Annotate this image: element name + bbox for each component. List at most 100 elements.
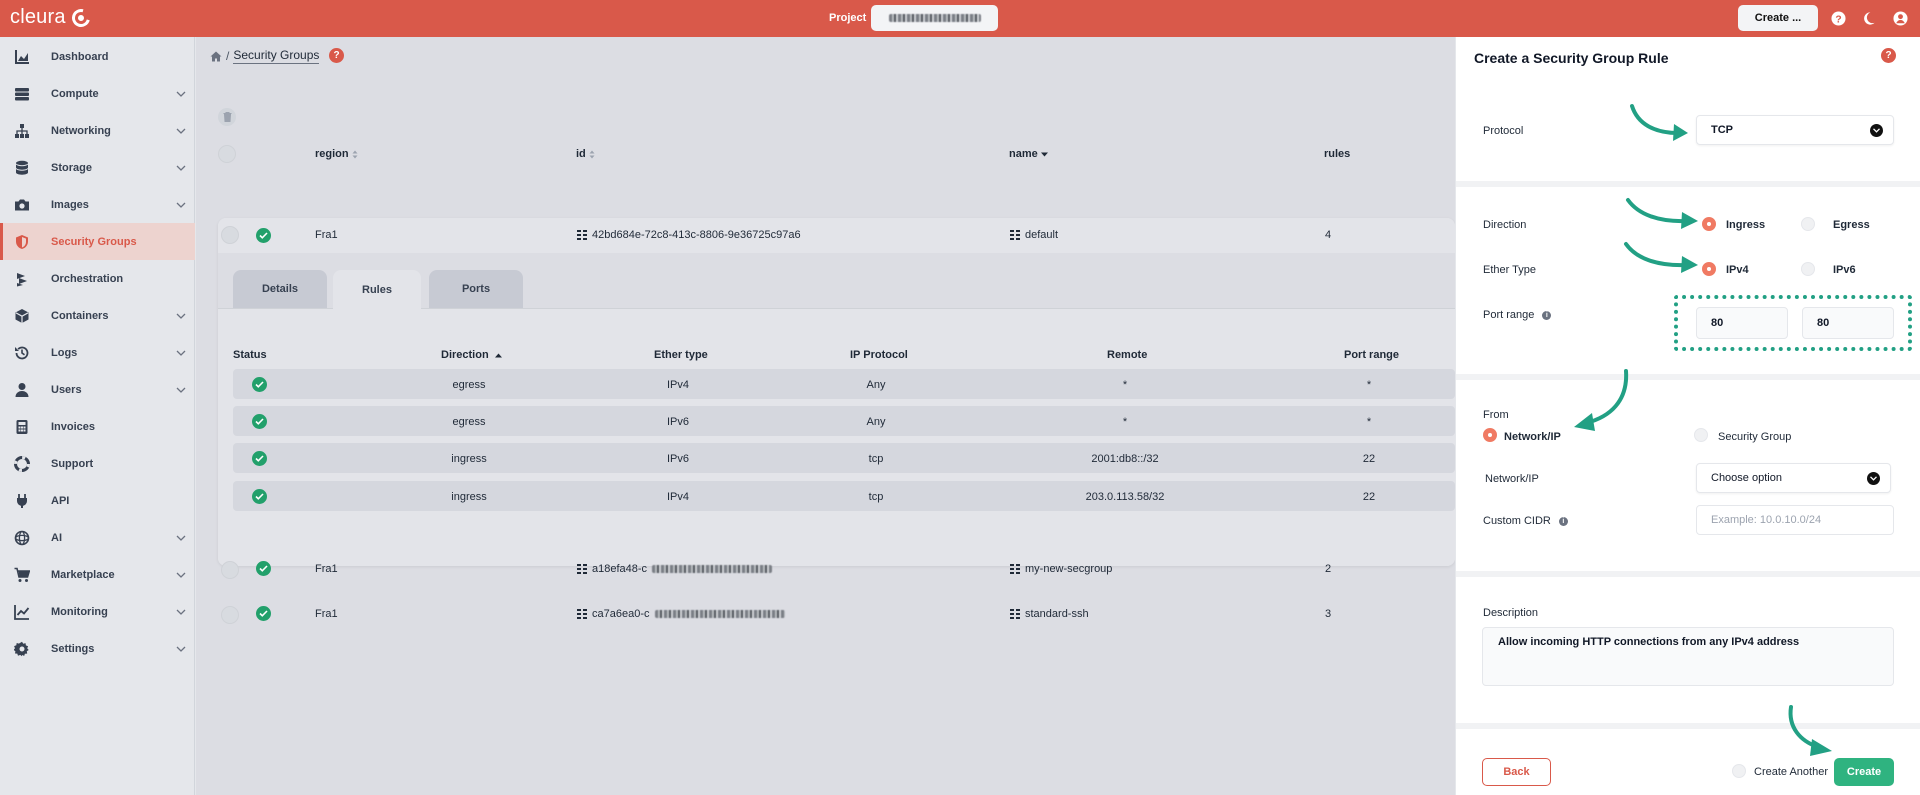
delete-selected-button[interactable] <box>218 108 236 126</box>
create-menu-button[interactable]: Create ... <box>1738 5 1818 31</box>
row-checkbox[interactable] <box>221 226 239 244</box>
group-region: Fra1 <box>315 608 338 620</box>
ether-ipv6-radio[interactable] <box>1801 262 1815 276</box>
sidebar-item-logs[interactable]: Logs <box>0 334 195 371</box>
rule-ether-type: IPv6 <box>666 416 690 428</box>
group-id[interactable]: a18efa48-c <box>577 563 773 575</box>
from-network-label[interactable]: Network/IP <box>1504 431 1561 443</box>
grid-icon <box>1010 230 1020 240</box>
network-ip-value: Choose option <box>1711 472 1782 484</box>
tab-details[interactable]: Details <box>233 270 327 308</box>
chevron-down-icon <box>176 535 186 541</box>
column-header-rules: rules <box>1324 148 1350 160</box>
info-icon[interactable]: i <box>1542 310 1552 320</box>
column-label: rules <box>1324 148 1351 160</box>
column-header-region[interactable]: region <box>315 148 358 160</box>
sidebar-item-settings[interactable]: Settings <box>0 630 195 667</box>
group-name[interactable]: standard-ssh <box>1010 608 1089 620</box>
sidebar-item-invoices[interactable]: Invoices <box>0 408 195 445</box>
back-button[interactable]: Back <box>1482 758 1551 786</box>
annotation-highlight-box <box>1674 295 1912 351</box>
sidebar-item-label: Support <box>51 457 94 470</box>
sidebar-item-compute[interactable]: Compute <box>0 75 195 112</box>
user-account-icon[interactable] <box>1893 11 1908 26</box>
rule-port-range: * <box>1366 379 1372 391</box>
breadcrumb-separator: / <box>226 49 230 63</box>
network-ip-select[interactable]: Choose option <box>1696 463 1891 493</box>
rule-direction: egress <box>452 416 486 428</box>
sidebar-item-marketplace[interactable]: Marketplace <box>0 556 195 593</box>
row-checkbox[interactable] <box>221 561 239 579</box>
panel-help-icon[interactable]: ? <box>1881 48 1896 63</box>
sidebar-item-orchestration[interactable]: Orchestration <box>0 260 195 297</box>
protocol-select[interactable]: TCP <box>1696 115 1894 145</box>
help-icon[interactable]: ? <box>1831 11 1846 26</box>
info-icon[interactable]: i <box>1558 516 1568 526</box>
description-label: Description <box>1483 607 1539 619</box>
group-id[interactable]: ca7a6ea0-c <box>577 608 785 620</box>
custom-cidr-label: Custom CIDR i <box>1483 515 1568 527</box>
help-icon[interactable]: ? <box>329 48 344 63</box>
sidebar-item-ai[interactable]: AI <box>0 519 195 556</box>
table-row[interactable] <box>218 218 1455 253</box>
main-content: / Security Groups ? region id name rules… <box>196 37 1455 795</box>
sidebar-item-networking[interactable]: Networking <box>0 112 195 149</box>
project-selector[interactable] <box>871 5 998 31</box>
home-icon[interactable] <box>210 51 222 62</box>
group-region: Fra1 <box>315 563 338 575</box>
row-checkbox[interactable] <box>221 606 239 624</box>
from-security-group-label[interactable]: Security Group <box>1718 431 1791 443</box>
sidebar-item-containers[interactable]: Containers <box>0 297 195 334</box>
direction-ingress-radio[interactable] <box>1702 217 1716 231</box>
rule-status-ok-icon <box>252 377 267 392</box>
rules-header-ip-protocol: IP Protocol <box>850 349 908 361</box>
logo-text: cleura <box>10 6 66 28</box>
from-network-radio[interactable] <box>1483 428 1497 442</box>
rules-header-port-range: Port range <box>1344 349 1400 361</box>
description-textarea[interactable]: Allow incoming HTTP connections from any… <box>1482 627 1894 686</box>
sidebar-item-security-groups[interactable]: Security Groups <box>0 223 195 260</box>
sidebar-item-label: Security Groups <box>51 235 137 248</box>
create-another-label[interactable]: Create Another <box>1754 766 1828 778</box>
sidebar-item-monitoring[interactable]: Monitoring <box>0 593 195 630</box>
rule-remote: 203.0.113.58/32 <box>1085 491 1165 503</box>
orchestration-icon <box>17 272 27 286</box>
sidebar-item-label: Dashboard <box>51 50 109 63</box>
custom-cidr-label-text: Custom CIDR <box>1483 515 1551 527</box>
server-icon <box>15 87 29 100</box>
sidebar-item-label: Storage <box>51 161 92 174</box>
custom-cidr-input[interactable] <box>1696 505 1894 535</box>
sidebar-item-api[interactable]: API <box>0 482 195 519</box>
tab-rules[interactable]: Rules <box>333 270 421 309</box>
direction-ingress-label[interactable]: Ingress <box>1726 219 1765 231</box>
ether-ipv4-radio[interactable] <box>1702 262 1716 276</box>
create-rule-panel: Create a Security Group Rule ? Protocol … <box>1455 37 1920 795</box>
column-header-name[interactable]: name <box>1009 148 1048 160</box>
sort-icon <box>589 150 595 158</box>
group-id-text: ca7a6ea0-c <box>592 608 650 620</box>
column-header-id[interactable]: id <box>576 148 595 160</box>
tab-ports[interactable]: Ports <box>429 270 523 308</box>
create-another-checkbox[interactable] <box>1732 764 1746 778</box>
sidebar-item-support[interactable]: Support <box>0 445 195 482</box>
cleura-logo[interactable]: cleura <box>10 5 93 30</box>
group-id[interactable]: 42bd684e-72c8-413c-8806-9e36725c97a6 <box>577 229 801 241</box>
create-button[interactable]: Create <box>1834 758 1894 786</box>
ether-ipv6-label[interactable]: IPv6 <box>1833 264 1856 276</box>
group-name[interactable]: my-new-secgroup <box>1010 563 1112 575</box>
sidebar-item-dashboard[interactable]: Dashboard <box>0 38 195 75</box>
sidebar-item-images[interactable]: Images <box>0 186 195 223</box>
chevron-down-icon <box>176 609 186 615</box>
direction-egress-radio[interactable] <box>1801 217 1815 231</box>
sidebar-item-storage[interactable]: Storage <box>0 149 195 186</box>
group-name[interactable]: default <box>1010 229 1058 241</box>
ether-ipv4-label[interactable]: IPv4 <box>1726 264 1749 276</box>
select-all-checkbox[interactable] <box>218 145 236 163</box>
rules-header-direction[interactable]: Direction <box>441 349 502 361</box>
annotation-arrow-icon <box>1624 242 1698 273</box>
rules-header-label: Direction <box>441 349 489 361</box>
direction-egress-label[interactable]: Egress <box>1833 219 1870 231</box>
dark-mode-moon-icon[interactable] <box>1861 11 1876 26</box>
from-security-group-radio[interactable] <box>1694 428 1708 442</box>
sidebar-item-users[interactable]: Users <box>0 371 195 408</box>
